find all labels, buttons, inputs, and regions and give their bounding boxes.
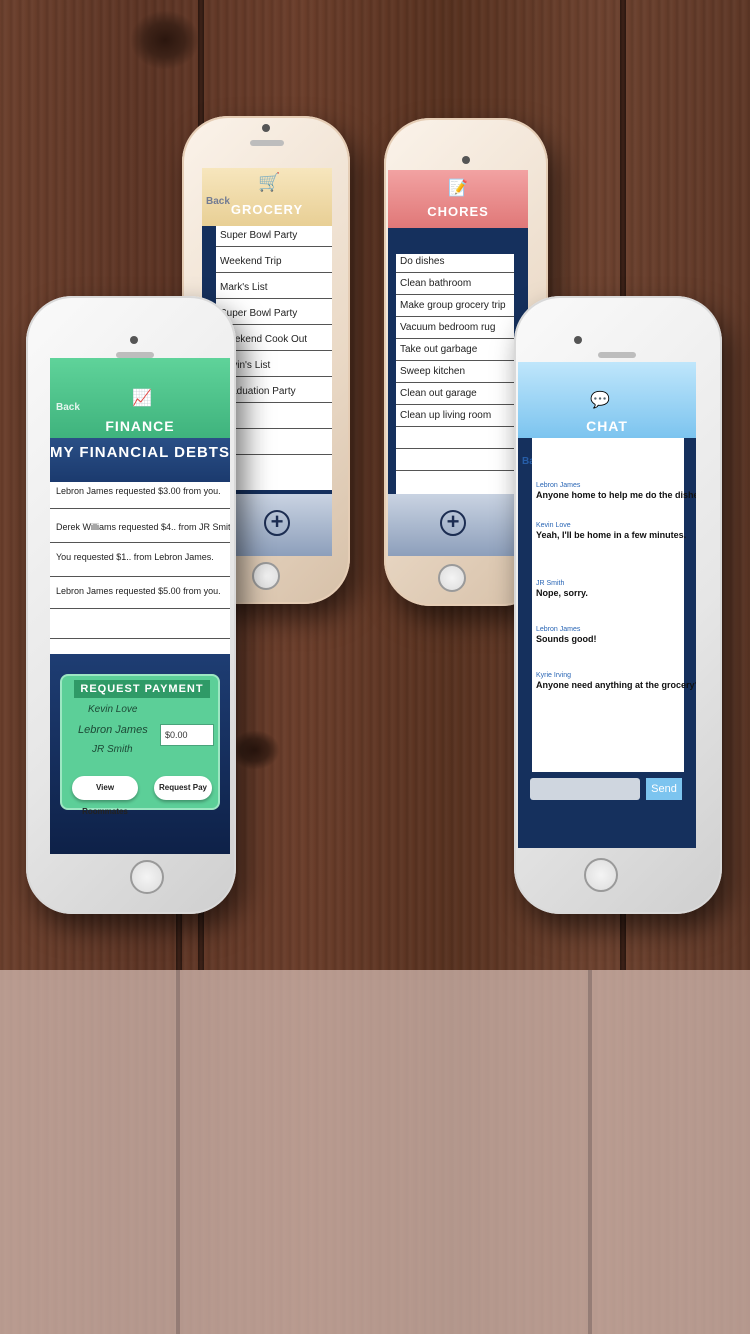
request-payment-card: REQUEST PAYMENT Kevin Love Lebron James … <box>60 674 220 816</box>
debts-banner: MY FINANCIAL DEBTS <box>50 438 230 482</box>
chores-screen: 📝 CHORES Do dishes Clean bathroom Make g… <box>388 170 528 556</box>
message-text: Anyone need anything at the grocery? <box>536 680 696 690</box>
debt-item[interactable]: Lebron James requested $5.00 from you. <box>56 586 221 596</box>
speaker <box>250 140 284 146</box>
chat-header: Back 💬 CHAT <box>518 362 696 467</box>
camera <box>262 124 270 132</box>
grocery-header: Back 🛒 GROCERY <box>202 168 332 226</box>
roommate-option[interactable]: Lebron James <box>78 724 148 736</box>
list-item[interactable]: Clean out garage <box>400 388 477 399</box>
home-button[interactable] <box>130 860 164 894</box>
speaker <box>598 352 636 358</box>
notepad-icon: 📝 <box>448 180 468 197</box>
list-item[interactable]: Sweep kitchen <box>400 366 465 377</box>
back-button[interactable]: Back <box>56 402 80 413</box>
chores-header: 📝 CHORES <box>388 170 528 228</box>
finance-screen: Back 📈 FINANCE MY FINANCIAL DEBTS Lebron… <box>50 358 230 854</box>
view-roommates-button[interactable]: View Roommates <box>72 776 138 816</box>
camera <box>462 156 470 164</box>
chat-screen: Back 💬 CHAT Lebron James Anyone home to … <box>518 362 696 848</box>
add-button[interactable]: + <box>440 510 466 536</box>
grocery-title: GROCERY <box>230 202 304 217</box>
list-item[interactable]: Vacuum bedroom rug <box>400 322 495 333</box>
phone-chat: Back 💬 CHAT Lebron James Anyone home to … <box>514 296 722 914</box>
roommate-option[interactable]: Kevin Love <box>88 704 137 715</box>
message-sender: Kyrie Irving <box>536 672 572 679</box>
finance-title: FINANCE <box>105 418 175 434</box>
list-item[interactable]: Mark's List <box>220 282 267 293</box>
chat-messages: Lebron James Anyone home to help me do t… <box>532 438 696 772</box>
list-item[interactable]: Do dishes <box>400 256 444 267</box>
list-item[interactable]: Weekend Trip <box>220 256 282 267</box>
chores-title: CHORES <box>427 204 489 219</box>
amount-input[interactable]: $0.00 <box>160 724 214 746</box>
plank-seam <box>176 970 180 1334</box>
camera <box>130 336 138 344</box>
debt-item[interactable]: Lebron James requested $3.00 from you. <box>56 486 221 496</box>
home-button[interactable] <box>252 562 280 590</box>
debts-list: Lebron James requested $3.00 from you. D… <box>50 482 230 654</box>
chores-list: Do dishes Clean bathroom Make group groc… <box>396 254 514 494</box>
message-sender: JR Smith <box>536 580 565 587</box>
chat-bubble-icon: 💬 <box>590 392 610 409</box>
home-button[interactable] <box>584 858 618 892</box>
chores-toolbar: + <box>388 494 528 556</box>
camera <box>574 336 582 344</box>
message-text: Yeah, I'll be home in a few minutes. <box>536 530 687 540</box>
message-text: Nope, sorry. <box>536 588 588 598</box>
home-button[interactable] <box>438 564 466 592</box>
finance-header: Back 📈 FINANCE <box>50 358 230 438</box>
debt-item[interactable]: You requested $1.. from Lebron James. <box>56 552 214 562</box>
list-item[interactable]: Take out garbage <box>400 344 477 355</box>
message-sender: Kevin Love <box>536 522 571 529</box>
cart-icon: 🛒 <box>258 172 281 192</box>
plank-seam <box>588 970 592 1334</box>
list-item[interactable]: Make group grocery trip <box>400 300 506 311</box>
message-sender: Lebron James <box>536 626 581 633</box>
list-item[interactable]: Super Bowl Party <box>220 230 297 241</box>
message-input[interactable] <box>530 778 640 800</box>
message-sender: Lebron James <box>536 482 581 489</box>
message-text: Sounds good! <box>536 634 597 644</box>
chat-title: CHAT <box>586 418 628 434</box>
bottom-fade-overlay <box>0 970 750 1334</box>
request-section: REQUEST PAYMENT Kevin Love Lebron James … <box>50 654 230 854</box>
list-item[interactable]: Super Bowl Party <box>220 308 297 319</box>
phone-finance: Back 📈 FINANCE MY FINANCIAL DEBTS Lebron… <box>26 296 236 914</box>
debt-item[interactable]: Derek Williams requested $4.. from JR Sm… <box>56 522 230 532</box>
list-item[interactable]: Clean bathroom <box>400 278 471 289</box>
request-pay-button[interactable]: Request Pay <box>154 776 212 800</box>
message-text: Anyone home to help me do the dishes? <box>536 490 696 500</box>
list-item[interactable]: Clean up living room <box>400 410 491 421</box>
send-button[interactable]: Send <box>646 778 682 800</box>
chart-line-icon: 📈 <box>132 390 152 407</box>
roommate-option[interactable]: JR Smith <box>92 744 133 755</box>
request-title: REQUEST PAYMENT <box>74 680 210 698</box>
wood-knot <box>130 10 200 70</box>
wood-knot <box>230 730 280 770</box>
add-button[interactable]: + <box>264 510 290 536</box>
